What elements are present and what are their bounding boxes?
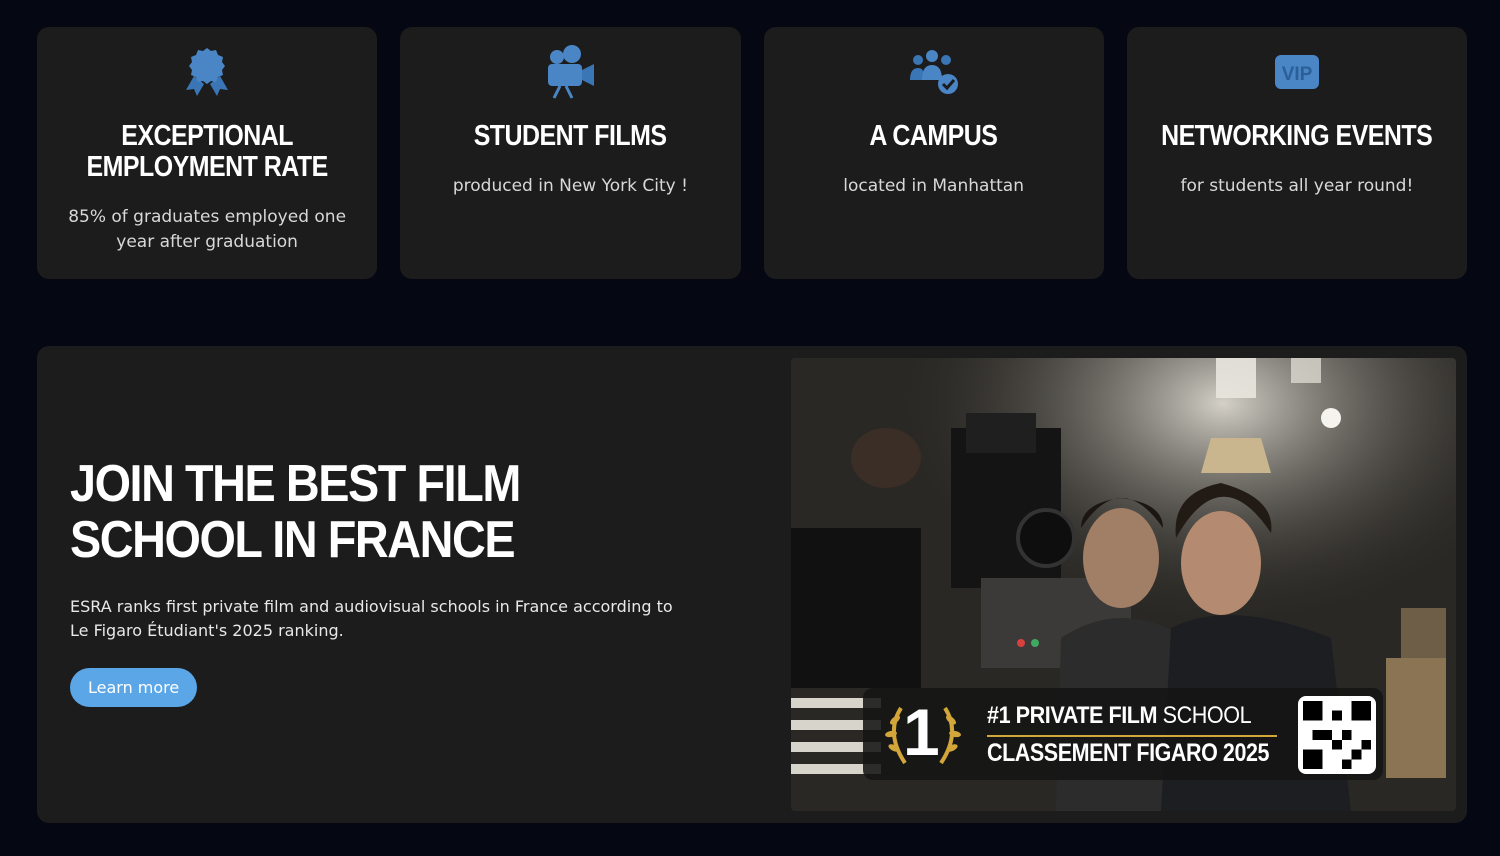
feature-text: for students all year round! xyxy=(1180,176,1414,196)
rank-number: 1 xyxy=(903,695,940,769)
badge-line1: #1 PRIVATE FILM SCHOOL xyxy=(987,702,1252,730)
vip-icon: VIP xyxy=(1267,44,1327,100)
movie-camera-icon xyxy=(540,44,600,100)
feature-title: STUDENT FILMS xyxy=(473,120,667,152)
feature-title: EXCEPTIONAL EMPLOYMENT RATE xyxy=(86,120,329,183)
feature-card-networking: VIP NETWORKING EVENTS for students all y… xyxy=(1126,27,1467,279)
badge-divider xyxy=(987,735,1277,737)
promo-text: JOIN THE BEST FILM SCHOOL IN FRANCE ESRA… xyxy=(70,456,710,707)
vip-label: VIP xyxy=(1282,64,1313,85)
feature-text: produced in New York City ! xyxy=(452,176,688,196)
features-row: EXCEPTIONAL EMPLOYMENT RATE 85% of gradu… xyxy=(37,27,1467,279)
qr-code-icon xyxy=(1303,701,1371,769)
feature-text: 85% of graduates employed one year after… xyxy=(68,207,347,252)
ranking-badge: 1 #1 PRIVATE FILM SCHOOL CLASSEMENT FIGA… xyxy=(863,688,1383,780)
feature-title: A CAMPUS xyxy=(869,120,998,152)
promo-banner: JOIN THE BEST FILM SCHOOL IN FRANCE ESRA… xyxy=(37,346,1467,823)
promo-title: JOIN THE BEST FILM SCHOOL IN FRANCE xyxy=(70,455,521,569)
badge-line2: CLASSEMENT FIGARO 2025 xyxy=(987,739,1270,767)
learn-more-button[interactable]: Learn more xyxy=(70,668,198,707)
promo-photo: 1 #1 PRIVATE FILM SCHOOL CLASSEMENT FIGA… xyxy=(791,358,1456,811)
feature-card-employment: EXCEPTIONAL EMPLOYMENT RATE 85% of gradu… xyxy=(37,27,378,279)
promo-description: ESRA ranks first private film and audiov… xyxy=(70,597,673,640)
feature-card-campus: A CAMPUS located in Manhattan xyxy=(763,27,1104,279)
feature-title: NETWORKING EVENTS xyxy=(1161,120,1433,152)
feature-card-films: STUDENT FILMS produced in New York City … xyxy=(400,27,741,279)
badge-line1-bold: #1 PRIVATE FILM xyxy=(987,702,1158,729)
feature-text: located in Manhattan xyxy=(843,176,1024,196)
users-check-icon xyxy=(904,44,964,100)
qr-code[interactable] xyxy=(1298,696,1376,774)
award-ribbon-icon xyxy=(177,44,237,100)
badge-line1-light: SCHOOL xyxy=(1162,702,1252,729)
